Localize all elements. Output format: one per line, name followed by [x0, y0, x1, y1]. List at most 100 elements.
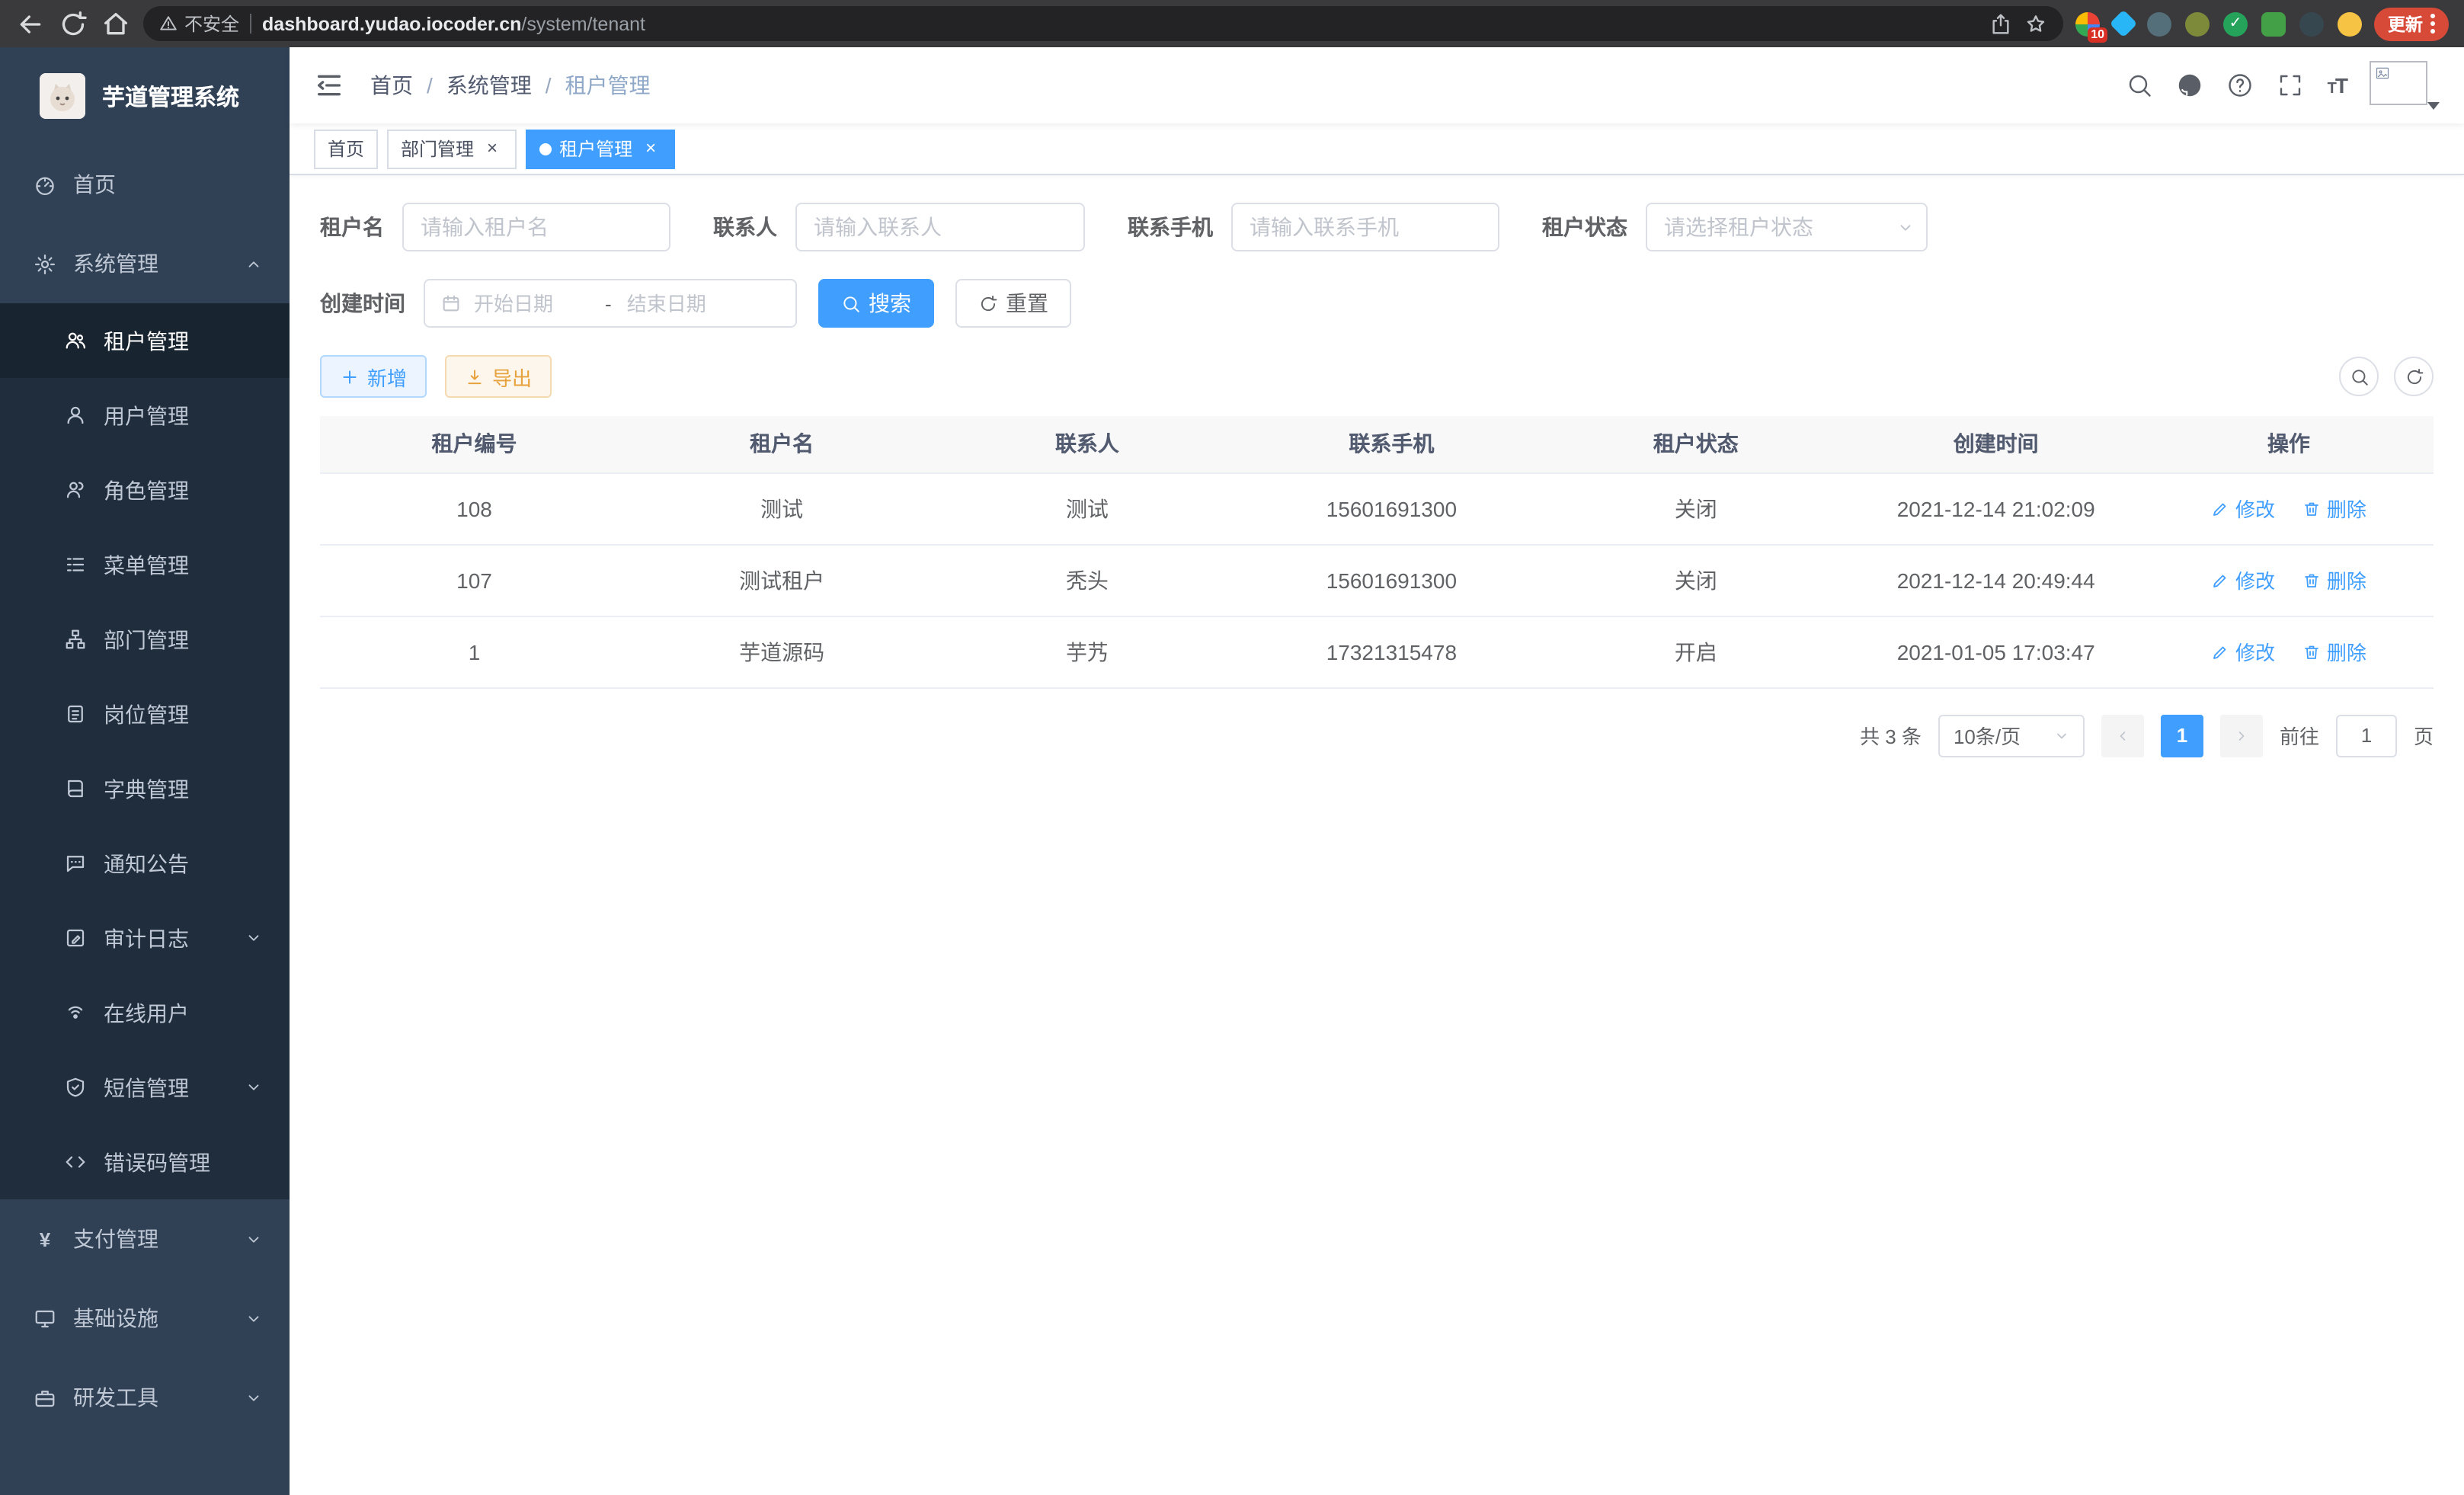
breadcrumb-system[interactable]: 系统管理 — [446, 70, 532, 101]
pen-icon — [2211, 499, 2229, 517]
chevron-down-icon — [245, 930, 262, 946]
edit-button[interactable]: 修改 — [2211, 637, 2275, 666]
fullscreen-icon[interactable] — [2277, 72, 2305, 99]
breadcrumb-home[interactable]: 首页 — [370, 70, 413, 101]
sidebar-item-infra[interactable]: 基础设施 — [0, 1279, 290, 1358]
sidebar-item-role[interactable]: 角色管理 — [0, 453, 290, 527]
status-select[interactable]: 请选择租户状态 — [1646, 203, 1928, 251]
code-icon — [64, 1151, 87, 1173]
sidebar-item-dict[interactable]: 字典管理 — [0, 751, 290, 826]
tag-dept[interactable]: 部门管理 × — [387, 129, 517, 168]
chevron-down-icon — [245, 1079, 262, 1096]
contact-input[interactable] — [795, 203, 1085, 251]
search-icon — [841, 293, 861, 313]
address-bar[interactable]: 不安全 dashboard.yudao.iocoder.cn/system/te… — [143, 6, 2063, 41]
reload-icon[interactable] — [58, 8, 88, 39]
font-size-icon[interactable]: TT — [2328, 73, 2347, 98]
sidebar-item-post[interactable]: 岗位管理 — [0, 677, 290, 751]
sidebar-item-payment[interactable]: ¥ 支付管理 — [0, 1199, 290, 1279]
extension-icon-4[interactable] — [2185, 11, 2210, 36]
delete-button[interactable]: 删除 — [2302, 494, 2366, 523]
delete-button[interactable]: 删除 — [2302, 637, 2366, 666]
sidebar-item-user[interactable]: 用户管理 — [0, 378, 290, 453]
sidebar-item-errcode[interactable]: 错误码管理 — [0, 1125, 290, 1199]
page-1-button[interactable]: 1 — [2161, 714, 2203, 757]
tenant-name-input[interactable] — [402, 203, 670, 251]
toggle-search-button[interactable] — [2339, 357, 2379, 396]
close-icon[interactable]: × — [640, 138, 661, 159]
security-warning[interactable]: 不安全 — [158, 11, 239, 37]
extension-icon-8[interactable] — [2338, 11, 2362, 36]
next-page-button[interactable] — [2220, 714, 2263, 757]
pagination: 共 3 条 10条/页 1 前往 页 — [320, 714, 2434, 757]
system-submenu: 租户管理 用户管理 角色管理 菜单管理 部门管理 — [0, 303, 290, 1199]
pen-icon — [2211, 571, 2229, 589]
extension-icon-1[interactable]: 10 — [2075, 11, 2100, 36]
sidebar-item-audit[interactable]: 审计日志 — [0, 901, 290, 975]
bookmark-star-icon[interactable] — [2024, 11, 2048, 36]
extension-icon-2[interactable] — [2110, 10, 2138, 38]
sidebar-item-dev[interactable]: 研发工具 — [0, 1358, 290, 1437]
filter-create-time: 创建时间 - — [320, 279, 797, 328]
browser-menu-icon[interactable] — [2430, 14, 2435, 34]
extension-icon-5[interactable]: ✓ — [2223, 11, 2248, 36]
delete-button[interactable]: 删除 — [2302, 565, 2366, 594]
date-end-input[interactable] — [627, 292, 743, 315]
sidebar-item-dept[interactable]: 部门管理 — [0, 602, 290, 677]
sidebar-item-home[interactable]: 首页 — [0, 145, 290, 224]
github-icon[interactable] — [2177, 72, 2204, 99]
export-button[interactable]: 导出 — [445, 355, 552, 398]
tag-home[interactable]: 首页 — [314, 129, 378, 168]
sidebar-item-system[interactable]: 系统管理 — [0, 224, 290, 303]
edit-button[interactable]: 修改 — [2211, 565, 2275, 594]
warning-icon — [158, 14, 178, 34]
home-icon[interactable] — [101, 8, 131, 39]
refresh-icon — [978, 293, 998, 313]
share-icon[interactable] — [1989, 11, 2013, 36]
sidebar-item-menu[interactable]: 菜单管理 — [0, 527, 290, 602]
signal-icon — [64, 1001, 87, 1024]
search-icon[interactable] — [2126, 72, 2154, 99]
page-size-select[interactable]: 10条/页 — [1938, 714, 2085, 757]
tag-tenant[interactable]: 租户管理 × — [526, 129, 675, 168]
edit-button[interactable]: 修改 — [2211, 494, 2275, 523]
logo[interactable]: 芋道管理系统 — [0, 47, 290, 145]
col-actions: 操作 — [2144, 416, 2434, 472]
back-icon[interactable] — [15, 8, 46, 39]
table-row: 107 测试租户 秃头 15601691300 关闭 2021-12-14 20… — [320, 544, 2434, 616]
date-start-input[interactable] — [474, 292, 590, 315]
sidebar-item-sms[interactable]: 短信管理 — [0, 1050, 290, 1125]
shield-icon — [64, 1076, 87, 1099]
extension-icon-6[interactable] — [2261, 11, 2286, 36]
sidebar-item-notice[interactable]: 通知公告 — [0, 826, 290, 901]
help-icon[interactable] — [2227, 72, 2254, 99]
date-range-picker[interactable]: - — [424, 279, 797, 328]
reset-button[interactable]: 重置 — [955, 279, 1071, 328]
filter-contact: 联系人 — [713, 203, 1085, 251]
download-icon — [465, 367, 485, 386]
browser-update-button[interactable]: 更新 — [2374, 7, 2449, 40]
extension-icon-7[interactable] — [2299, 11, 2324, 36]
goto-label: 前往 — [2280, 721, 2319, 750]
page-unit: 页 — [2414, 721, 2434, 750]
goto-page-input[interactable] — [2336, 714, 2397, 757]
org-tree-icon — [64, 628, 87, 651]
dashboard-icon — [34, 173, 56, 196]
collapse-sidebar-icon[interactable] — [314, 70, 344, 101]
refresh-table-button[interactable] — [2394, 357, 2434, 396]
extension-icon-3[interactable] — [2147, 11, 2171, 36]
chevron-right-icon — [2234, 728, 2249, 743]
sidebar-item-online[interactable]: 在线用户 — [0, 975, 290, 1050]
sidebar-item-tenant[interactable]: 租户管理 — [0, 303, 290, 378]
prev-page-button[interactable] — [2101, 714, 2144, 757]
avatar-menu[interactable] — [2370, 61, 2440, 110]
filter-row-1: 租户名 联系人 联系手机 租户状态 请选择租户状态 — [320, 203, 2434, 251]
avatar — [2370, 61, 2427, 105]
search-button[interactable]: 搜索 — [818, 279, 934, 328]
phone-input[interactable] — [1231, 203, 1499, 251]
col-status: 租户状态 — [1544, 416, 1848, 472]
active-dot — [539, 142, 552, 155]
url-text[interactable]: dashboard.yudao.iocoder.cn/system/tenant — [262, 13, 1978, 34]
add-button[interactable]: 新增 — [320, 355, 427, 398]
close-icon[interactable]: × — [482, 138, 503, 159]
